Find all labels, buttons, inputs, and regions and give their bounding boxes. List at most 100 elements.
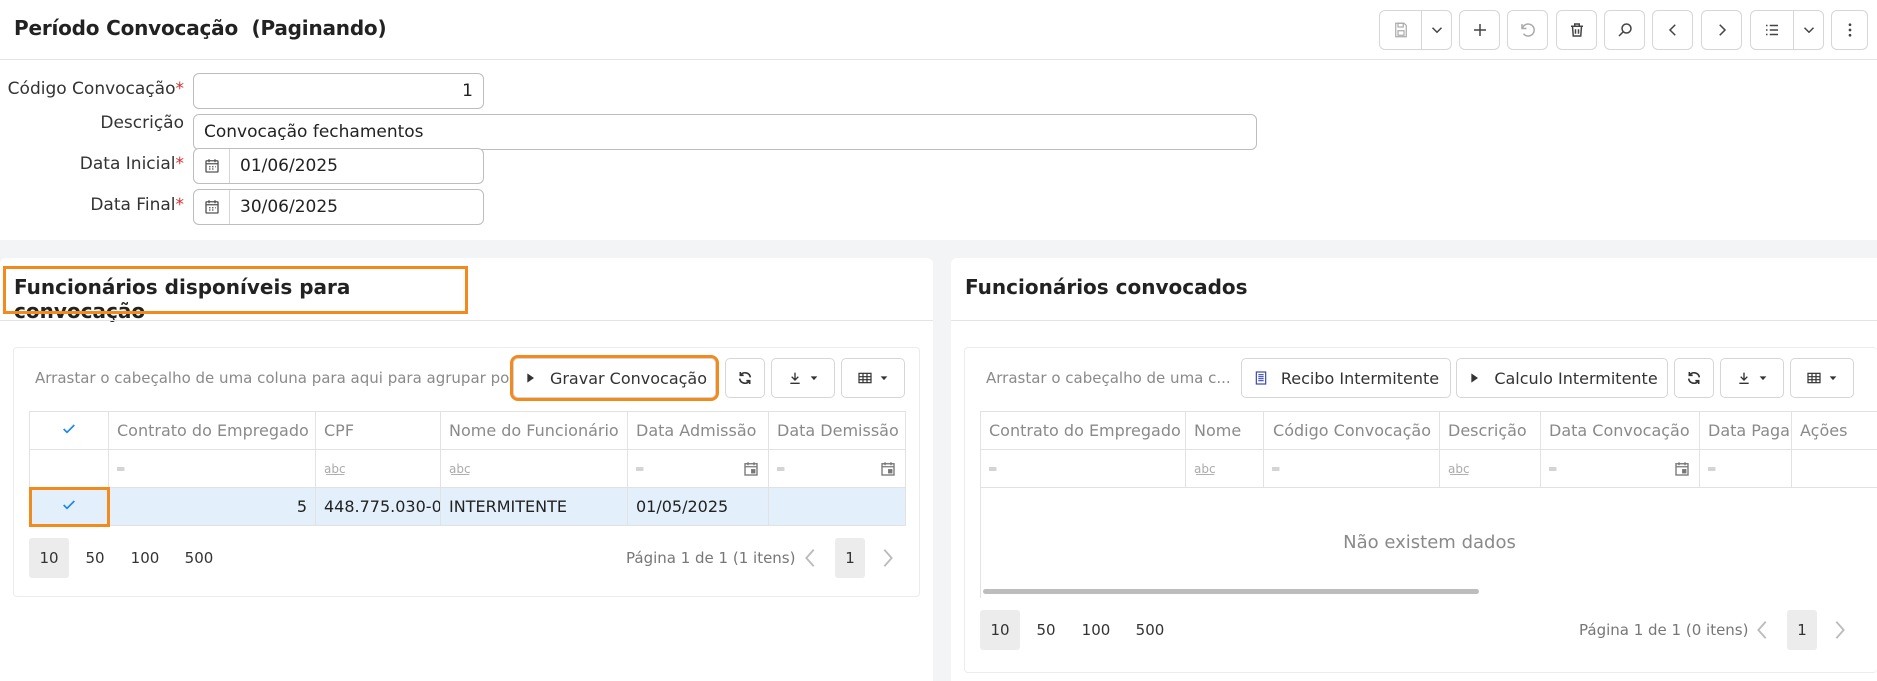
page-number[interactable]: 1 [1787, 610, 1817, 650]
gravar-convocacao-button[interactable]: Gravar Convocação [510, 355, 719, 401]
page-size-selector: 10 50 100 500 [980, 610, 1170, 650]
column-header-nome[interactable]: Nome do Funcionário [440, 411, 628, 450]
page-size-50[interactable]: 50 [1026, 610, 1066, 650]
available-employees-table: Contrato do Empregado CPF Nome do Funcio… [28, 411, 906, 527]
filter-cell-codigo[interactable]: ═ [1263, 449, 1440, 488]
filter-equals-icon: ═ [777, 461, 785, 476]
caret-down-icon [880, 376, 888, 381]
filter-cell-demissao[interactable]: ═ [768, 449, 906, 488]
table-row[interactable]: 5 448.775.030-05 INTERMITENTE 01/05/2025 [28, 486, 906, 527]
codigo-input[interactable]: 1 [193, 73, 484, 109]
column-header-nome[interactable]: Nome [1185, 411, 1264, 450]
column-header-cpf[interactable]: CPF [315, 411, 441, 450]
chevron-right-icon [883, 549, 893, 567]
column-header-contrato[interactable]: Contrato do Empregado [108, 411, 316, 450]
calendar-button[interactable] [194, 190, 230, 224]
export-button[interactable] [1720, 358, 1784, 398]
save-button[interactable] [1379, 10, 1422, 50]
column-header-descricao[interactable]: Descrição [1439, 411, 1541, 450]
next-record-button[interactable] [1701, 10, 1742, 50]
row-select-checkbox[interactable] [28, 486, 110, 527]
previous-page-button[interactable] [1754, 619, 1770, 645]
chevron-right-icon [1835, 621, 1845, 639]
column-header-contrato[interactable]: Contrato do Empregado [980, 411, 1186, 450]
save-icon [1394, 22, 1407, 38]
trash-icon [1570, 23, 1583, 37]
filter-cell-contrato[interactable]: ═ [980, 449, 1186, 488]
filter-contains-icon: a͟b͟c [449, 461, 471, 476]
data-final-input[interactable]: 30/06/2025 [193, 189, 484, 225]
more-button[interactable] [1831, 10, 1868, 50]
refresh-icon [1687, 372, 1701, 384]
divider [951, 320, 1877, 321]
recibo-intermitente-button[interactable]: Recibo Intermitente [1241, 358, 1451, 398]
next-page-button[interactable] [1832, 619, 1848, 645]
calendar-button[interactable] [194, 149, 230, 183]
column-chooser-button[interactable] [841, 358, 905, 398]
cell-demissao [768, 487, 906, 526]
page-size-10[interactable]: 10 [29, 538, 69, 578]
filter-cell-data-pagamento[interactable]: ═ [1699, 449, 1792, 488]
column-header-codigo[interactable]: Código Convocação [1263, 411, 1440, 450]
caret-down-icon [1829, 376, 1837, 381]
play-icon [1471, 373, 1479, 383]
filter-contains-icon: a͟b͟c [1448, 461, 1470, 476]
select-all-checkbox[interactable] [29, 411, 109, 450]
page-size-100[interactable]: 100 [1076, 610, 1116, 650]
horizontal-scrollbar[interactable] [983, 588, 1479, 594]
column-header-data-pagamento[interactable]: Data Pagam [1699, 411, 1792, 450]
refresh-button[interactable] [1674, 358, 1714, 398]
previous-record-button[interactable] [1652, 10, 1693, 50]
calendar-icon[interactable] [1673, 460, 1691, 478]
page-number[interactable]: 1 [835, 538, 865, 578]
next-page-button[interactable] [880, 547, 896, 573]
page-size-50[interactable]: 50 [75, 538, 115, 578]
export-button[interactable] [771, 358, 835, 398]
filter-cell-nome[interactable]: a͟b͟c [440, 449, 628, 488]
view-list-button[interactable] [1750, 10, 1794, 50]
plus-icon [1473, 24, 1486, 36]
list-icon [1766, 24, 1778, 36]
codigo-label: Código Convocação* [7, 79, 184, 99]
descricao-input[interactable]: Convocação fechamentos [193, 114, 1257, 150]
column-header-demissao[interactable]: Data Demissão [768, 411, 906, 450]
header-row: Contrato do Empregado Nome Código Convoc… [980, 411, 1877, 450]
chevron-left-icon [1668, 24, 1676, 36]
filter-cell-cpf[interactable]: a͟b͟c [315, 449, 441, 488]
filter-row: ═ a͟b͟c ═ a͟b͟c ═ ═ [980, 449, 1877, 488]
data-inicial-input[interactable]: 01/06/2025 [193, 148, 484, 184]
page-size-10[interactable]: 10 [980, 610, 1020, 650]
add-button[interactable] [1459, 10, 1500, 50]
filter-cell-descricao[interactable]: a͟b͟c [1439, 449, 1541, 488]
calendar-icon[interactable] [742, 460, 760, 478]
filter-cell-admissao[interactable]: ═ [627, 449, 769, 488]
filter-equals-icon: ═ [1272, 461, 1280, 476]
empty-row: Não existem dados [980, 487, 1877, 598]
filter-equals-icon: ═ [1708, 461, 1716, 476]
chevron-down-icon [1431, 27, 1442, 34]
view-options-button[interactable] [1794, 10, 1824, 50]
calendar-icon[interactable] [879, 460, 897, 478]
page-size-500[interactable]: 500 [179, 538, 219, 578]
delete-button[interactable] [1556, 10, 1597, 50]
filter-cell-contrato[interactable]: ═ [108, 449, 316, 488]
page-header: Período Convocação (Paginando) [0, 0, 1877, 60]
table-icon [1807, 372, 1821, 384]
column-chooser-button[interactable] [1790, 358, 1854, 398]
column-header-data-convocacao[interactable]: Data Convocação [1540, 411, 1700, 450]
filter-cell-nome[interactable]: a͟b͟c [1185, 449, 1264, 488]
save-options-button[interactable] [1422, 10, 1452, 50]
page-size-500[interactable]: 500 [1130, 610, 1170, 650]
group-panel-hint: Arrastar o cabeçalho de uma c... [986, 369, 1231, 387]
column-header-admissao[interactable]: Data Admissão [627, 411, 769, 450]
previous-page-button[interactable] [802, 547, 818, 573]
convoked-employees-table: Contrato do Empregado Nome Código Convoc… [980, 411, 1877, 598]
filter-cell-data-convocacao[interactable]: ═ [1540, 449, 1700, 488]
undo-button[interactable] [1507, 10, 1548, 50]
calculo-intermitente-button[interactable]: Calculo Intermitente [1456, 358, 1668, 398]
page-size-100[interactable]: 100 [125, 538, 165, 578]
filter-row: ═ a͟b͟c a͟b͟c ═ ═ [29, 449, 906, 488]
search-button[interactable] [1604, 10, 1645, 50]
refresh-button[interactable] [725, 358, 765, 398]
download-icon [1739, 372, 1749, 384]
